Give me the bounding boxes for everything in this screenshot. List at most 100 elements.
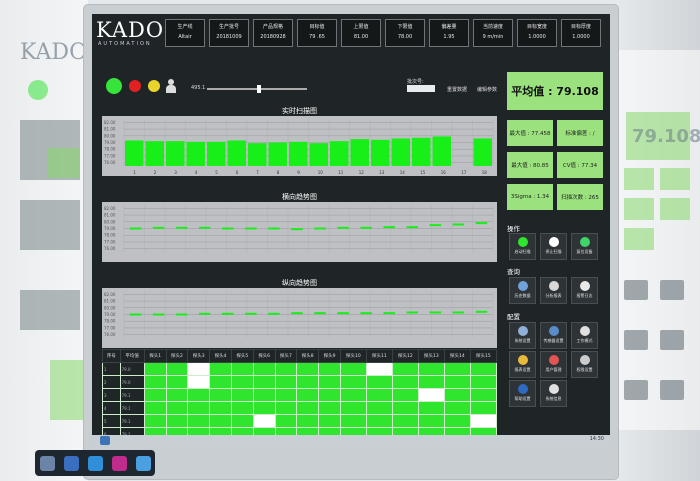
tool-icon bbox=[579, 281, 590, 291]
table-cell bbox=[296, 362, 320, 376]
tool-button[interactable]: 复位设备 bbox=[571, 233, 598, 260]
table-cell: 1 bbox=[102, 362, 121, 376]
tool-icon bbox=[517, 237, 528, 247]
tool-button[interactable]: 报警日志 bbox=[571, 277, 598, 304]
stat-label: 目标厚度 bbox=[570, 24, 591, 30]
tool-icon bbox=[517, 326, 528, 336]
stat-value: 1.0000 bbox=[528, 34, 546, 40]
tool-button[interactable]: 系统设置 bbox=[509, 322, 536, 349]
table-row[interactable]: 2 79.0 bbox=[102, 375, 498, 389]
table-cell bbox=[417, 388, 445, 402]
ghost-mini-1 bbox=[624, 168, 654, 190]
table-cell: 79.1 bbox=[119, 388, 145, 402]
table-header-cell: 探头15 bbox=[469, 349, 498, 363]
stat-speed[interactable]: 当前速度 9 m/min bbox=[473, 19, 513, 47]
x-tick-label: 5 bbox=[215, 170, 218, 175]
reset-data-link[interactable]: 重置数据 bbox=[447, 86, 467, 93]
table-cell bbox=[165, 401, 189, 415]
data-point bbox=[452, 311, 465, 314]
tool-icon bbox=[548, 237, 559, 247]
tool-button[interactable]: 历史数据 bbox=[509, 277, 536, 304]
bar bbox=[309, 143, 328, 166]
stat-production-line[interactable]: 生产线 Altair bbox=[165, 19, 205, 47]
stat-lower-limit[interactable]: 下限值 78.00 bbox=[385, 19, 425, 47]
tool-button[interactable]: 权限设置 bbox=[571, 351, 598, 378]
position-slider[interactable] bbox=[207, 85, 307, 93]
table-cell bbox=[339, 362, 367, 376]
tool-label: 帮助设置 bbox=[514, 396, 531, 401]
edit-params-link[interactable]: 编辑参数 bbox=[477, 86, 497, 93]
stat-target-width[interactable]: 目标宽度 1.0000 bbox=[517, 19, 557, 47]
table-cell bbox=[187, 362, 211, 376]
slider-thumb[interactable] bbox=[257, 85, 261, 93]
table-cell bbox=[469, 362, 498, 376]
y-tick-label: 79.00 bbox=[104, 226, 116, 231]
dock-app-icon[interactable] bbox=[39, 455, 55, 471]
tool-button[interactable]: 分析报表 bbox=[540, 277, 567, 304]
stat-label: 产品规格 bbox=[262, 24, 283, 30]
data-point bbox=[129, 313, 142, 316]
data-point bbox=[383, 312, 395, 315]
table-cell bbox=[365, 414, 393, 428]
y-tick-label: 77.00 bbox=[104, 153, 116, 158]
table-cell bbox=[165, 388, 189, 402]
stat-value: Altair bbox=[178, 34, 192, 40]
tool-button[interactable]: 报表设置 bbox=[509, 351, 536, 378]
table-cell bbox=[296, 375, 320, 389]
table-row[interactable]: 1 79.0 bbox=[102, 362, 498, 376]
user-icon[interactable] bbox=[166, 79, 176, 93]
table-cell bbox=[274, 375, 298, 389]
data-point bbox=[475, 310, 488, 313]
dock-app-icon[interactable] bbox=[87, 455, 103, 471]
stat-deviation[interactable]: 偏差量 1.95 bbox=[429, 19, 469, 47]
stat-target-thickness[interactable]: 目标厚度 1.0000 bbox=[561, 19, 601, 47]
x-tick-label: 4 bbox=[195, 170, 198, 175]
tool-button[interactable]: 启动扫描 bbox=[509, 233, 536, 260]
bar bbox=[330, 141, 349, 166]
table-cell bbox=[230, 388, 254, 402]
table-cell bbox=[443, 414, 471, 428]
table-cell bbox=[391, 414, 419, 428]
monitor-frame: KADO AUTOMATION 生产线 Altair 生产批号 20181009 产… bbox=[84, 5, 618, 479]
tool-button[interactable]: 系统信息 bbox=[540, 380, 567, 407]
stat-spec[interactable]: 产品规格 20180928 bbox=[253, 19, 293, 47]
tool-button[interactable]: 工作模式 bbox=[571, 322, 598, 349]
dock-app-icon[interactable] bbox=[135, 455, 151, 471]
data-point bbox=[268, 312, 280, 315]
mini-stat-5: 3Sigma : 1.34 bbox=[507, 184, 553, 210]
table-cell bbox=[443, 388, 471, 402]
tool-button[interactable]: 帮助设置 bbox=[509, 380, 536, 407]
x-tick-label: 12 bbox=[359, 170, 365, 175]
table-cell bbox=[209, 362, 232, 376]
tool-icon bbox=[548, 281, 559, 291]
data-point bbox=[429, 311, 442, 314]
stat-batch[interactable]: 生产批号 20181009 bbox=[209, 19, 249, 47]
ghost-tile bbox=[624, 280, 648, 300]
batch-input[interactable] bbox=[407, 85, 435, 92]
dock-app-icon[interactable] bbox=[111, 455, 127, 471]
table-row[interactable]: 4 79.1 bbox=[102, 401, 498, 415]
table-cell bbox=[230, 375, 254, 389]
ghost-mini-5 bbox=[624, 228, 654, 250]
table-cell bbox=[318, 375, 341, 389]
dock-app-icon[interactable] bbox=[63, 455, 79, 471]
windows-start-icon[interactable] bbox=[100, 436, 110, 445]
tool-button[interactable]: 用户管理 bbox=[540, 351, 567, 378]
tool-button[interactable]: 停止扫描 bbox=[540, 233, 567, 260]
table-cell bbox=[252, 401, 276, 415]
realtime-chart-svg: 82.0081.0080.0079.0078.0077.0076.001 2 3 4 5… bbox=[104, 119, 494, 175]
table-cell: 5 bbox=[102, 414, 121, 428]
stat-label: 生产批号 bbox=[218, 24, 239, 30]
mini-stat-6: 扫描次数 : 265 bbox=[557, 184, 603, 210]
tool-label: 复位设备 bbox=[576, 249, 593, 254]
ghost-tile bbox=[660, 280, 684, 300]
status-red-icon bbox=[129, 80, 141, 92]
table-header-cell: 探头10 bbox=[339, 349, 367, 363]
batch-label: 批次号: bbox=[407, 79, 424, 85]
stat-target[interactable]: 目标值 79 .65 bbox=[297, 19, 337, 47]
tool-button[interactable]: 传感器设置 bbox=[540, 322, 567, 349]
data-point bbox=[291, 312, 303, 315]
table-row[interactable]: 5 79.1 bbox=[102, 414, 498, 428]
table-row[interactable]: 3 79.1 bbox=[102, 388, 498, 402]
stat-upper-limit[interactable]: 上限值 81.00 bbox=[341, 19, 381, 47]
